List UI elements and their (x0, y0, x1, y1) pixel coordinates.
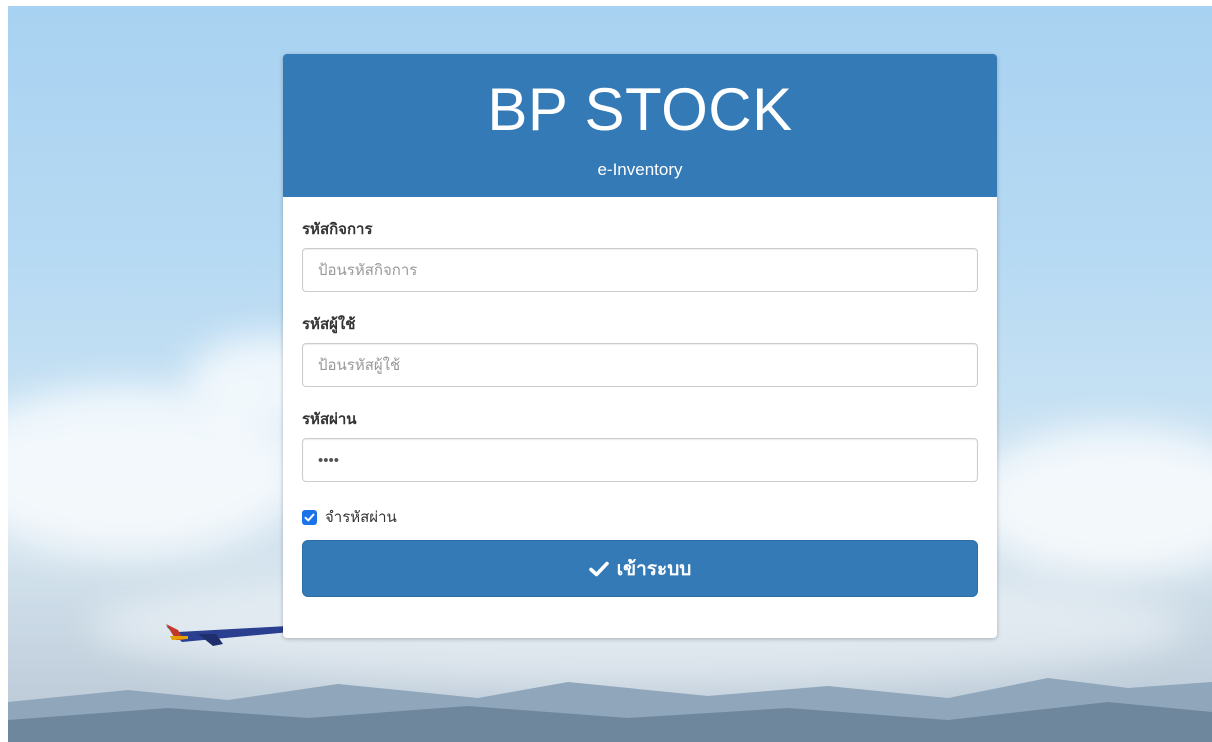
business-code-group: รหัสกิจการ (302, 219, 978, 292)
username-input[interactable] (302, 343, 978, 387)
app-title: BP STOCK (487, 76, 793, 143)
login-header: BP STOCK e-Inventory (283, 54, 997, 197)
business-code-input[interactable] (302, 248, 978, 292)
login-panel: BP STOCK e-Inventory รหัสกิจการ รหัสผู้ใ… (283, 54, 997, 638)
cloud (968, 426, 1212, 576)
check-icon (588, 561, 609, 577)
business-code-label: รหัสกิจการ (302, 221, 373, 238)
password-group: รหัสผ่าน (302, 409, 978, 482)
password-label: รหัสผ่าน (302, 411, 357, 428)
username-label: รหัสผู้ใช้ (302, 316, 356, 333)
remember-password-row[interactable]: จำรหัสผ่าน (302, 507, 978, 527)
app-subtitle: e-Inventory (597, 160, 683, 179)
username-group: รหัสผู้ใช้ (302, 314, 978, 387)
mountains-image (8, 678, 1212, 742)
login-form: รหัสกิจการ รหัสผู้ใช้ รหัสผ่าน จำรหัสผ่า… (283, 197, 997, 597)
login-button[interactable]: เข้าระบบ (302, 540, 978, 597)
airplane-image (166, 624, 296, 646)
password-input[interactable] (302, 438, 978, 482)
remember-password-label: จำรหัสผ่าน (325, 509, 397, 526)
remember-password-checkbox[interactable] (302, 509, 317, 525)
checkbox-checked-icon (304, 513, 315, 521)
login-button-label: เข้าระบบ (616, 558, 692, 580)
